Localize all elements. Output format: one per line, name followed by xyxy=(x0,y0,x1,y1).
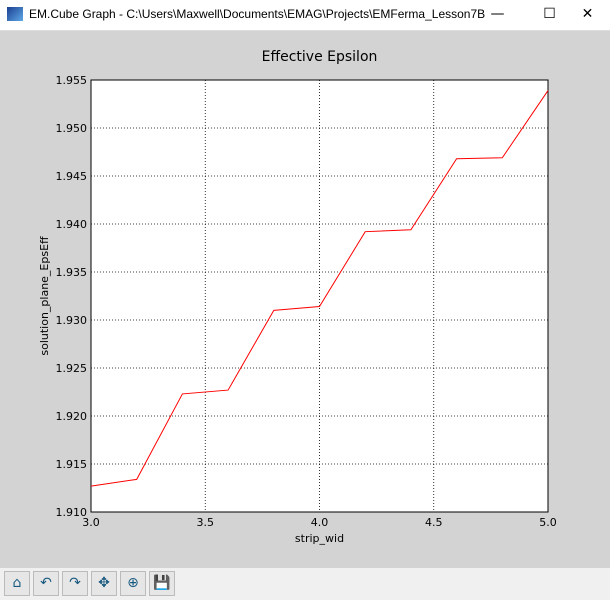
x-tick-label: 5.0 xyxy=(539,516,557,529)
pan-icon: ✥ xyxy=(98,575,110,591)
back-button[interactable]: ↶ xyxy=(33,571,59,596)
y-tick-label: 1.930 xyxy=(56,314,88,327)
save-button[interactable]: 💾 xyxy=(149,571,175,596)
y-tick-label: 1.925 xyxy=(56,362,88,375)
y-tick-label: 1.950 xyxy=(56,122,88,135)
forward-icon: ↷ xyxy=(69,575,81,591)
x-tick-label: 4.0 xyxy=(311,516,329,529)
pan-button[interactable]: ✥ xyxy=(91,571,117,596)
y-tick-label: 1.915 xyxy=(56,458,88,471)
app-icon xyxy=(7,7,23,21)
x-tick-label: 4.5 xyxy=(425,516,443,529)
save-icon: 💾 xyxy=(153,575,171,591)
chart-title: Effective Epsilon xyxy=(262,49,378,65)
minimize-button[interactable]: — xyxy=(475,0,520,30)
x-axis-label: strip_wid xyxy=(295,532,344,545)
x-tick-label: 3.5 xyxy=(197,516,215,529)
forward-button[interactable]: ↷ xyxy=(62,571,88,596)
zoom-button[interactable]: ⊕ xyxy=(120,571,146,596)
y-tick-label: 1.910 xyxy=(56,506,88,519)
close-button[interactable]: ✕ xyxy=(565,0,610,30)
y-tick-label: 1.920 xyxy=(56,410,88,423)
navigation-toolbar: ⌂ ↶ ↷ ✥ ⊕ 💾 xyxy=(0,568,610,600)
figure-canvas: 3.0 3.5 4.0 4.5 5.0 1.910 1.915 1.920 1.925 1.930… xyxy=(0,31,610,568)
zoom-icon: ⊕ xyxy=(127,575,139,591)
title-bar: EM.Cube Graph - C:\Users\Maxwell\Documen… xyxy=(0,0,610,31)
y-tick-label: 1.940 xyxy=(56,218,88,231)
chart: 3.0 3.5 4.0 4.5 5.01.9101.9151.9201.9251.930… xyxy=(38,49,557,545)
back-icon: ↶ xyxy=(40,575,52,591)
window-title: EM.Cube Graph - C:\Users\Maxwell\Documen… xyxy=(29,7,486,21)
home-icon: ⌂ xyxy=(12,575,22,591)
y-axis-label: solution_plane_EpsEff xyxy=(38,236,51,356)
home-button[interactable]: ⌂ xyxy=(4,571,30,596)
y-tick-label: 1.955 xyxy=(56,74,88,87)
y-tick-label: 1.935 xyxy=(56,266,88,279)
y-tick-label: 1.945 xyxy=(56,170,88,183)
